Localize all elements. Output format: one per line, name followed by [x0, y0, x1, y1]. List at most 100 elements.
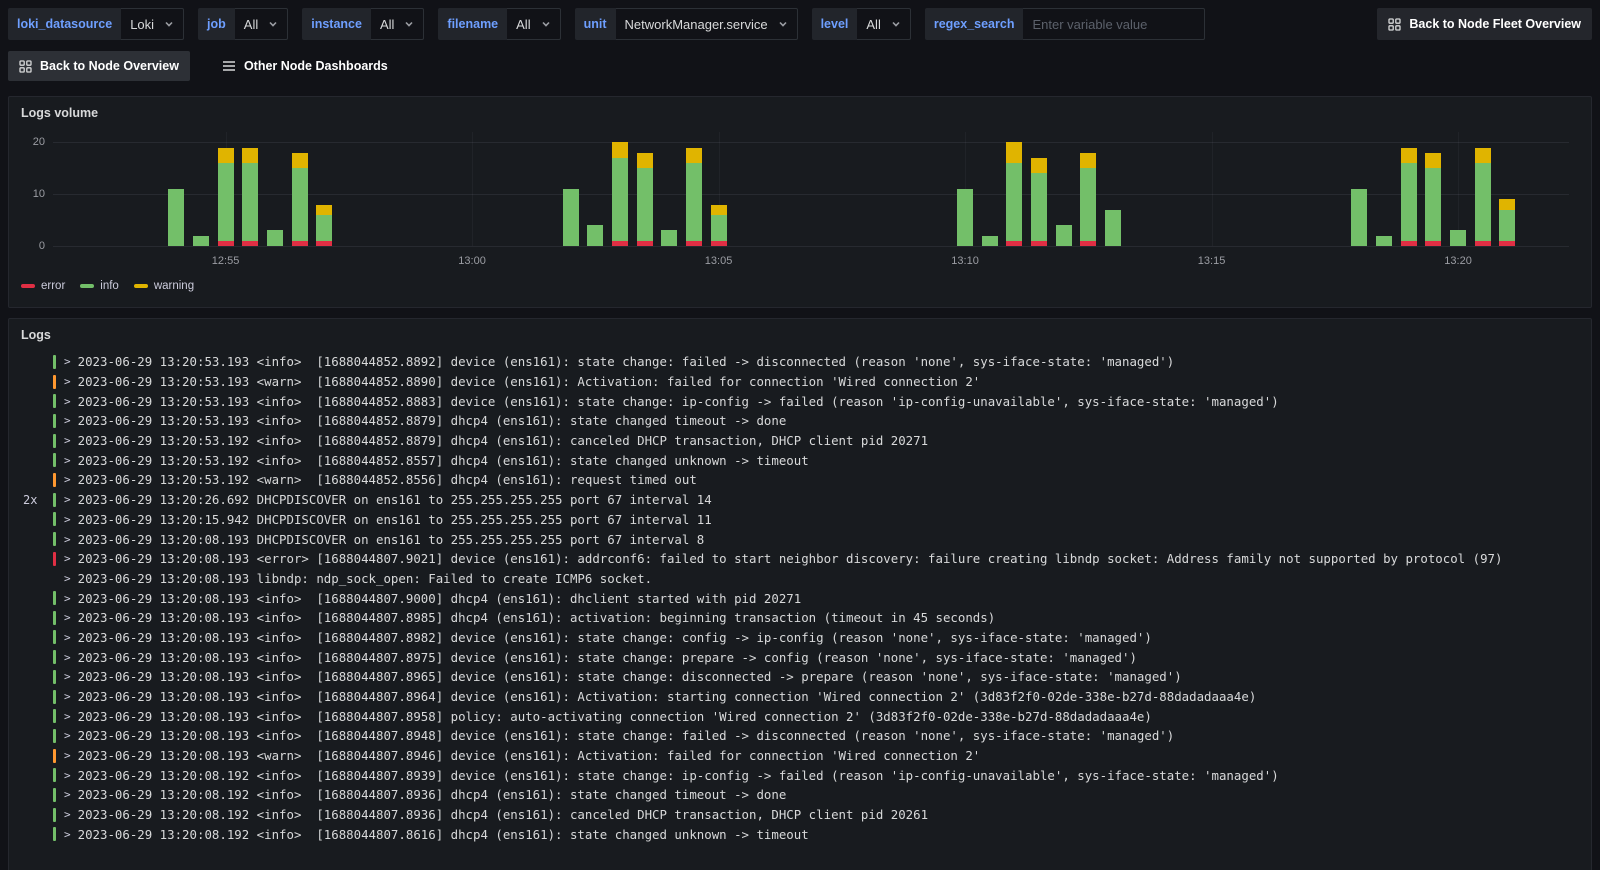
- bar-segment-error: [291, 240, 308, 246]
- log-line-text: 2023-06-29 13:20:15.942 DHCPDISCOVER on …: [77, 511, 712, 527]
- legend-item-info[interactable]: info: [80, 280, 119, 292]
- legend-item-error[interactable]: error: [21, 280, 65, 292]
- chevron-right-icon[interactable]: >: [64, 434, 71, 447]
- bar-segment-info: [1450, 230, 1467, 246]
- log-row[interactable]: >2023-06-29 13:20:53.192 <warn> [1688044…: [17, 470, 1591, 490]
- bar-segment-error: [217, 240, 234, 246]
- chevron-right-icon[interactable]: >: [64, 493, 71, 506]
- variable-select-filename[interactable]: All: [507, 8, 561, 40]
- bar-segment-warning: [242, 147, 259, 164]
- chevron-down-icon: [542, 21, 550, 27]
- chevron-right-icon[interactable]: >: [64, 631, 71, 644]
- chevron-right-icon[interactable]: >: [64, 690, 71, 703]
- bar-segment-info: [1425, 168, 1442, 241]
- back-to-node-fleet-overview-button[interactable]: Back to Node Fleet Overview: [1377, 8, 1592, 40]
- chevron-right-icon[interactable]: >: [64, 749, 71, 762]
- log-row[interactable]: >2023-06-29 13:20:08.193 <info> [1688044…: [17, 667, 1591, 687]
- chevron-right-icon[interactable]: >: [64, 572, 71, 585]
- chevron-right-icon[interactable]: >: [64, 611, 71, 624]
- log-row[interactable]: >2023-06-29 13:20:08.192 <info> [1688044…: [17, 825, 1591, 845]
- logs-volume-panel-title[interactable]: Logs volume: [9, 97, 1591, 124]
- log-row[interactable]: >2023-06-29 13:20:15.942 DHCPDISCOVER on…: [17, 510, 1591, 530]
- log-row[interactable]: >2023-06-29 13:20:53.193 <info> [1688044…: [17, 411, 1591, 431]
- log-level-indicator-info: [53, 413, 56, 428]
- chevron-right-icon[interactable]: >: [64, 533, 71, 546]
- bar-segment-warning: [291, 152, 308, 169]
- logs-volume-plot-area[interactable]: 0 10 20 12:55 13:00 13:05 13:10 13:15 13:20: [33, 132, 1569, 267]
- variable-select-job[interactable]: All: [234, 8, 289, 40]
- legend-item-warning[interactable]: warning: [133, 280, 194, 292]
- log-line-text: 2023-06-29 13:20:08.193 <info> [16880448…: [77, 728, 1175, 744]
- log-row[interactable]: >2023-06-29 13:20:08.193 <info> [1688044…: [17, 726, 1591, 746]
- chevron-right-icon[interactable]: >: [64, 808, 71, 821]
- variable-input-regex_search[interactable]: [1023, 8, 1206, 40]
- log-dedup-count: 2x: [23, 492, 38, 507]
- chevron-right-icon[interactable]: >: [64, 710, 71, 723]
- log-row[interactable]: >2023-06-29 13:20:08.192 <info> [1688044…: [17, 785, 1591, 805]
- chevron-right-icon[interactable]: >: [64, 414, 71, 427]
- log-line-text: 2023-06-29 13:20:08.193 <info> [16880448…: [77, 649, 1137, 665]
- chevron-right-icon[interactable]: >: [64, 552, 71, 565]
- logs-volume-legend: error info warning: [9, 272, 1591, 292]
- chevron-right-icon[interactable]: >: [64, 355, 71, 368]
- y-gridline: [53, 193, 1569, 195]
- chevron-right-icon[interactable]: >: [64, 729, 71, 742]
- log-row[interactable]: >2023-06-29 13:20:08.193 <info> [1688044…: [17, 647, 1591, 667]
- log-row[interactable]: >2023-06-29 13:20:08.193 <info> [1688044…: [17, 687, 1591, 707]
- log-line-text: 2023-06-29 13:20:08.193 <info> [16880448…: [77, 689, 1257, 705]
- log-row[interactable]: >2023-06-29 13:20:53.193 <info> [1688044…: [17, 391, 1591, 411]
- log-row[interactable]: >2023-06-29 13:20:53.192 <info> [1688044…: [17, 431, 1591, 451]
- other-node-dashboards-button[interactable]: Other Node Dashboards: [218, 50, 392, 82]
- variable-select-instance[interactable]: All: [370, 8, 425, 40]
- log-row[interactable]: >2023-06-29 13:20:08.193 <info> [1688044…: [17, 706, 1591, 726]
- chevron-right-icon[interactable]: >: [64, 769, 71, 782]
- chevron-right-icon[interactable]: >: [64, 375, 71, 388]
- log-row[interactable]: >2023-06-29 13:20:08.192 <info> [1688044…: [17, 805, 1591, 825]
- chevron-right-icon[interactable]: >: [64, 473, 71, 486]
- log-row[interactable]: >2023-06-29 13:20:08.193 libndp: ndp_soc…: [17, 569, 1591, 589]
- variable-select-level[interactable]: All: [857, 8, 911, 40]
- log-row[interactable]: >2023-06-29 13:20:08.193 DHCPDISCOVER on…: [17, 529, 1591, 549]
- bar-segment-warning: [710, 204, 727, 215]
- x-gridline: [1211, 132, 1213, 246]
- chevron-right-icon[interactable]: >: [64, 788, 71, 801]
- bar-segment-error: [242, 240, 259, 246]
- y-axis-label: 0: [38, 240, 45, 252]
- variable-select-loki_datasource[interactable]: Loki: [121, 8, 185, 40]
- log-level-indicator-info: [53, 394, 56, 409]
- logs-panel-title[interactable]: Logs: [9, 319, 1591, 346]
- bar-segment-warning: [685, 147, 702, 164]
- bar-segment-warning: [636, 152, 653, 169]
- chevron-right-icon[interactable]: >: [64, 513, 71, 526]
- chevron-right-icon[interactable]: >: [64, 454, 71, 467]
- log-row[interactable]: >2023-06-29 13:20:08.193 <error> [168804…: [17, 549, 1591, 569]
- log-row[interactable]: >2023-06-29 13:20:53.193 <warn> [1688044…: [17, 372, 1591, 392]
- chevron-down-icon: [269, 21, 277, 27]
- log-row[interactable]: 2x >2023-06-29 13:20:26.692 DHCPDISCOVER …: [17, 490, 1591, 510]
- log-row[interactable]: >2023-06-29 13:20:53.193 <info> [1688044…: [17, 352, 1591, 372]
- bar-segment-warning: [217, 147, 234, 164]
- log-row[interactable]: >2023-06-29 13:20:08.193 <info> [1688044…: [17, 588, 1591, 608]
- chevron-right-icon[interactable]: >: [64, 592, 71, 605]
- back-to-node-overview-button[interactable]: Back to Node Overview: [8, 51, 190, 81]
- chevron-down-icon: [892, 21, 900, 27]
- log-line-text: 2023-06-29 13:20:08.193 <info> [16880448…: [77, 669, 1182, 685]
- chevron-right-icon[interactable]: >: [64, 828, 71, 841]
- bar-segment-info: [562, 189, 579, 246]
- variable-select-unit[interactable]: NetworkManager.service: [615, 8, 798, 40]
- log-row[interactable]: >2023-06-29 13:20:08.193 <info> [1688044…: [17, 628, 1591, 648]
- variable-value-level: All: [866, 16, 881, 32]
- variable-label-job: job: [198, 8, 235, 40]
- bar-segment-info: [168, 189, 185, 246]
- log-row[interactable]: >2023-06-29 13:20:08.192 <info> [1688044…: [17, 765, 1591, 785]
- log-row[interactable]: >2023-06-29 13:20:08.193 <warn> [1688044…: [17, 746, 1591, 766]
- log-row[interactable]: >2023-06-29 13:20:53.192 <info> [1688044…: [17, 450, 1591, 470]
- log-row[interactable]: >2023-06-29 13:20:08.193 <info> [1688044…: [17, 608, 1591, 628]
- chevron-right-icon[interactable]: >: [64, 670, 71, 683]
- log-level-indicator-none: [53, 571, 56, 585]
- bar-segment-info: [587, 225, 604, 246]
- chevron-right-icon[interactable]: >: [64, 651, 71, 664]
- bar-segment-error: [1031, 240, 1048, 246]
- chevron-right-icon[interactable]: >: [64, 395, 71, 408]
- chevron-down-icon: [405, 21, 413, 27]
